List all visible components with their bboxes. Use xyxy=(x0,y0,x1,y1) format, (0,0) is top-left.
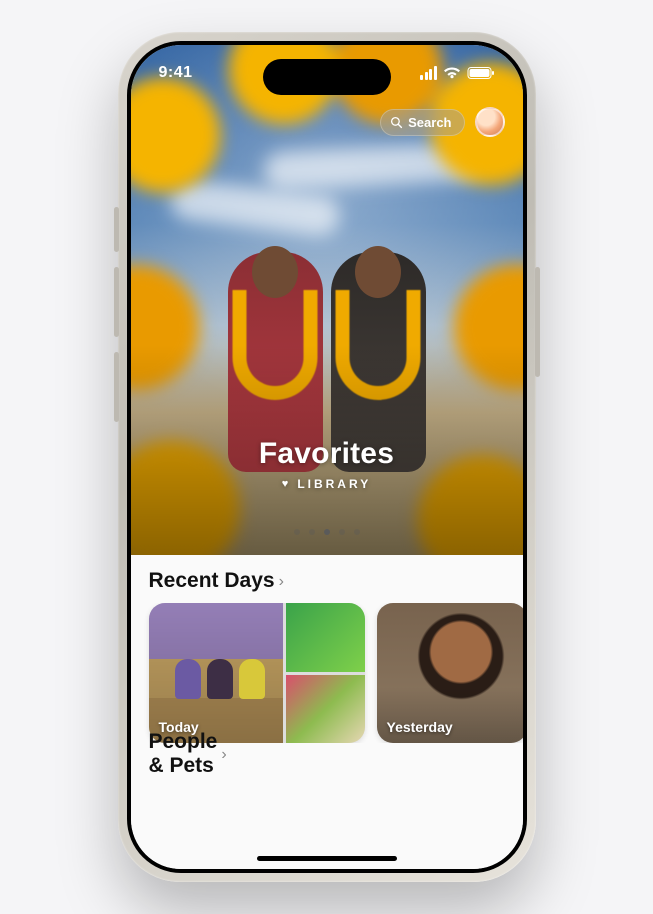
thumbnail xyxy=(286,675,364,744)
home-indicator[interactable] xyxy=(257,856,397,861)
section-title: Recent Days xyxy=(149,569,275,593)
wifi-icon xyxy=(443,66,461,80)
search-label: Search xyxy=(408,115,451,130)
battery-icon xyxy=(467,66,495,80)
day-label: Today xyxy=(159,719,199,735)
day-card-yesterday[interactable]: Yesterday xyxy=(377,603,523,743)
thumbnail xyxy=(286,603,364,672)
day-label: Yesterday xyxy=(387,719,453,735)
content-area: Recent Days › Today Yesterday Peopl xyxy=(131,555,523,869)
search-icon xyxy=(390,116,403,129)
hero-subtitle: LIBRARY xyxy=(297,477,371,491)
volume-up-button xyxy=(114,267,119,337)
hero-subjects xyxy=(222,232,432,472)
side-button xyxy=(114,207,119,252)
status-time: 9:41 xyxy=(159,64,193,82)
power-button xyxy=(535,267,540,377)
profile-avatar[interactable] xyxy=(475,107,505,137)
hero-card[interactable]: Search Favorites ♥ LIBRARY xyxy=(131,45,523,555)
search-button[interactable]: Search xyxy=(380,109,464,136)
screen: 9:41 xyxy=(131,45,523,869)
recent-days-header[interactable]: Recent Days › xyxy=(131,569,523,603)
page-dots[interactable] xyxy=(131,529,523,535)
hero-title: Favorites xyxy=(131,437,523,471)
dynamic-island xyxy=(263,59,391,95)
volume-down-button xyxy=(114,352,119,422)
heart-icon: ♥ xyxy=(282,478,292,490)
chevron-right-icon: › xyxy=(279,573,284,591)
iphone-frame: 9:41 xyxy=(118,32,536,882)
people-pets-header[interactable]: People & Pets › xyxy=(131,649,226,869)
cellular-icon xyxy=(420,66,437,80)
chevron-right-icon: › xyxy=(221,746,226,764)
section-title: People & Pets xyxy=(149,730,218,778)
